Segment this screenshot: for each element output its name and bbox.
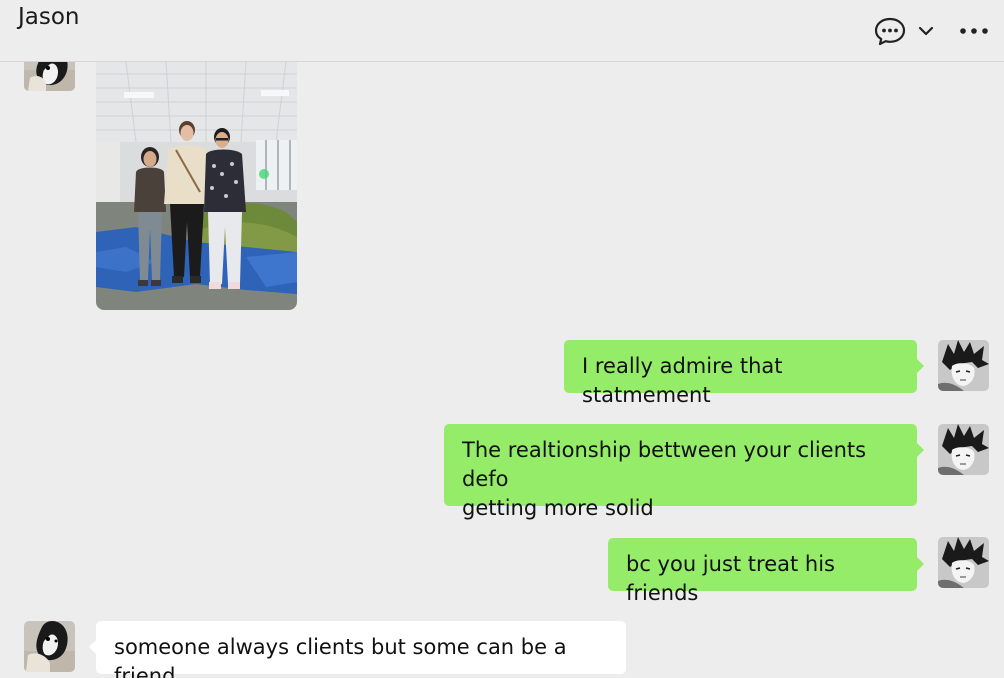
chat-header: Jason [0,0,1004,62]
contact-avatar[interactable] [24,621,75,672]
chat-bubble-dots-icon[interactable] [872,14,908,48]
message-text: I really admire that statmement [582,354,783,407]
outgoing-message[interactable]: bc you just treat his friends [608,538,924,605]
chevron-down-icon[interactable] [915,20,937,42]
more-horizontal-icon[interactable] [956,18,992,44]
my-avatar[interactable] [938,340,989,391]
message-text-line: The realtionship bettween your clients d… [462,438,867,491]
outgoing-message[interactable]: The realtionship bettween your clients d… [444,424,924,520]
incoming-message[interactable]: someone always clients but some can be a… [89,621,626,678]
chat-title: Jason [18,4,80,30]
message-text: someone always clients but some can be a… [114,635,567,678]
my-avatar[interactable] [938,537,989,588]
outgoing-message[interactable]: I really admire that statmement [564,340,924,407]
chat-window: Jason I really admire that statmement Th… [0,0,1004,678]
shared-photo[interactable] [96,62,297,310]
message-text: bc you just treat his friends [626,552,835,605]
message-text-line: getting more solid [462,496,654,520]
message-list[interactable]: I really admire that statmement The real… [0,40,1004,678]
my-avatar[interactable] [938,424,989,475]
